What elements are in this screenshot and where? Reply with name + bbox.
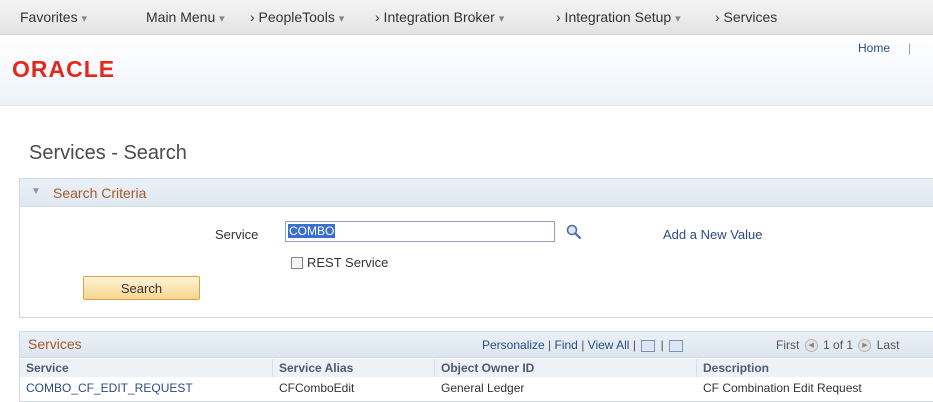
table-row-service-alias: CFComboEdit [279, 381, 355, 395]
column-header-service-alias[interactable]: Service Alias [273, 359, 435, 377]
grid-title: Services [28, 336, 82, 352]
next-arrow-icon[interactable]: ▶ [858, 339, 872, 353]
tools-separator: | [581, 338, 585, 352]
new-window-icon[interactable] [641, 339, 656, 352]
lookup-magnifier-icon[interactable] [565, 223, 583, 241]
column-header-description[interactable]: Description [697, 359, 933, 377]
header-separator: | [908, 41, 912, 55]
chevron-down-icon: ▾ [338, 13, 345, 25]
nav-favorites[interactable]: Favorites ▾ [20, 9, 87, 25]
nav-integration-setup[interactable]: › Integration Setup ▾ [556, 9, 681, 25]
personalize-link[interactable]: Personalize [482, 338, 545, 352]
oracle-logo: ORACLE [12, 56, 116, 82]
nav-peopletools[interactable]: › PeopleTools ▾ [250, 9, 344, 25]
column-header-service[interactable]: Service [20, 359, 273, 377]
search-button[interactable]: Search [83, 276, 200, 300]
collapse-triangle-icon[interactable]: ▼ [31, 186, 41, 197]
nav-main-menu[interactable]: Main Menu ▾ [146, 9, 225, 25]
service-label: Service [215, 227, 259, 242]
search-criteria-label: Search Criteria [53, 185, 147, 201]
home-link[interactable]: Home [858, 41, 890, 55]
pager-range: 1 of 1 [823, 338, 854, 352]
rest-service-checkbox[interactable] [291, 257, 303, 269]
tools-separator: | [632, 338, 636, 352]
column-header-object-owner-id[interactable]: Object Owner ID [435, 359, 697, 377]
page-header: ORACLE Home | [0, 35, 933, 106]
chevron-down-icon: ▾ [81, 13, 87, 25]
tools-separator: | [660, 338, 664, 352]
chevron-down-icon: ▾ [498, 13, 505, 25]
chevron-down-icon: ▾ [219, 13, 225, 25]
find-link[interactable]: Find [555, 338, 578, 352]
nav-integration-broker[interactable]: › Integration Broker ▾ [375, 9, 504, 25]
top-nav-bar: Favorites ▾ Main Menu ▾ › PeopleTools ▾ … [0, 0, 933, 35]
service-input-value: COMBO [288, 224, 336, 238]
search-criteria-header[interactable]: ▼ Search Criteria [20, 179, 933, 207]
view-all-link[interactable]: View All [588, 338, 630, 352]
add-new-value-link[interactable]: Add a New Value [663, 227, 763, 242]
previous-arrow-icon[interactable]: ◀ [804, 339, 818, 353]
tools-separator: | [548, 338, 552, 352]
page-title: Services - Search [29, 142, 187, 164]
service-input[interactable]: COMBO [285, 221, 555, 242]
table-row-service[interactable]: COMBO_CF_EDIT_REQUEST [20, 378, 273, 398]
nav-services[interactable]: › Services [715, 9, 777, 25]
pager-last[interactable]: Last [877, 338, 900, 352]
grid-pager: First ◀ 1 of 1 ▶ Last [776, 338, 900, 353]
table-row-description: CF Combination Edit Request [703, 381, 862, 395]
pager-first[interactable]: First [776, 338, 799, 352]
download-excel-icon[interactable] [669, 339, 684, 352]
rest-service-label: REST Service [307, 255, 389, 270]
services-results-grid: Services Personalize | Find | View All |… [19, 331, 933, 402]
chevron-down-icon: ▾ [675, 13, 681, 25]
table-row-owner: General Ledger [441, 381, 525, 395]
grid-tools: Personalize | Find | View All | | [482, 338, 685, 352]
grid-header-bar: Services Personalize | Find | View All |… [20, 332, 933, 358]
